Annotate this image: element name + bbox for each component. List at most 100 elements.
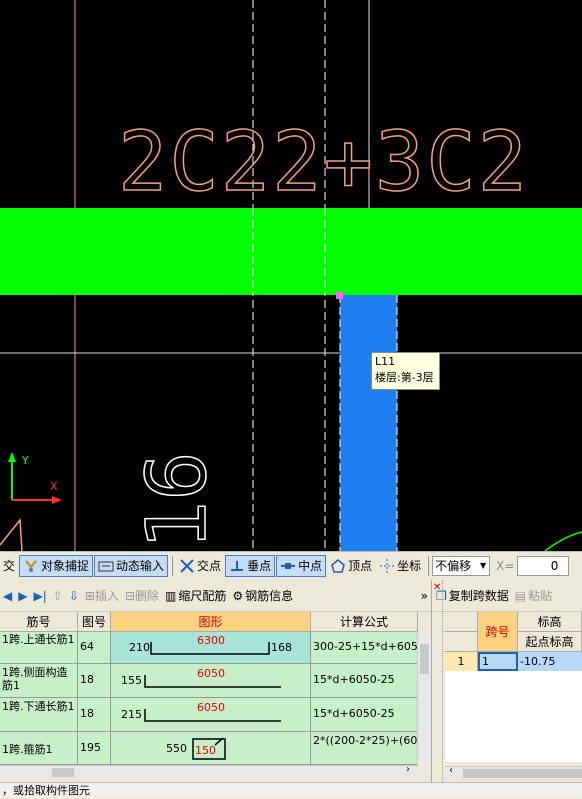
- status-text: ，或拾取构件图元: [2, 784, 90, 797]
- rebar-toolbar: ◀ ▶ ▶| ⇧ ⇩ ⊞ 插入 ⊟ 删除 ▥ 缩尺配筋 ⚙ 钢筋信息 »: [0, 580, 431, 612]
- element-tooltip: L11 楼层:第-3层: [371, 352, 440, 390]
- vertical-annotation: 16: [130, 451, 225, 550]
- separator: [428, 555, 430, 576]
- partial-shape: [0, 518, 23, 551]
- shape-cell[interactable]: 210 6300 168: [111, 632, 311, 664]
- cut-item[interactable]: 交: [0, 555, 18, 577]
- vertex-snap-button[interactable]: 顶点: [327, 555, 375, 577]
- horizontal-scrollbar[interactable]: ‹: [445, 765, 582, 780]
- midpoint-snap-button[interactable]: 中点: [276, 554, 327, 577]
- row-index[interactable]: 1: [445, 652, 478, 671]
- paste-icon: ▤: [514, 588, 527, 603]
- col-span-number[interactable]: 跨号: [478, 612, 518, 652]
- bar-name-cell[interactable]: 1跨.侧面构造筋1: [0, 664, 78, 698]
- table-row[interactable]: 1跨.侧面构造筋1 18 155 6050 15*d+6050-25: [0, 664, 418, 698]
- table-row[interactable]: 1跨.箍筋1 195 550 150 2*((200-2*25)+(60 2*(…: [0, 732, 418, 765]
- x-coordinate-input[interactable]: 0: [517, 555, 570, 576]
- magnet-icon: [23, 558, 39, 574]
- figure-cell[interactable]: 18: [78, 664, 111, 698]
- span-table-panel: ❐ 复制跨数据 ▤ 粘贴 跨号 标高 起点标高 1 1 -10.75 ✕ ‹: [433, 580, 582, 782]
- span-number-cell[interactable]: 1: [478, 652, 518, 671]
- shape-cell[interactable]: 215 6050: [111, 698, 311, 732]
- ruler-icon: ▥: [165, 588, 177, 603]
- col-bar-number[interactable]: 筋号: [0, 612, 78, 632]
- col-shape[interactable]: 图形: [111, 612, 311, 632]
- col-elevation[interactable]: 标高: [518, 612, 582, 632]
- row-header-corner: [445, 612, 478, 632]
- bar-name-cell[interactable]: 1跨.上通长筋1: [0, 632, 78, 664]
- table-row[interactable]: 1跨.上通长筋1 64 210 6300 168 300-25+15*d+605…: [0, 632, 418, 664]
- x-axis-label: X: [50, 480, 58, 493]
- arc-shape: [544, 531, 582, 551]
- shape-mid-value: 150: [195, 744, 216, 757]
- snap-toolbar: 交 对象捕捉 动态输入 交点 垂点 中点 顶点 坐标 不偏移 ▼ X= 0: [0, 551, 582, 579]
- midpoint-icon: [280, 558, 296, 574]
- column-shape[interactable]: [340, 295, 397, 551]
- rebar-shape-drawing: [150, 642, 270, 655]
- shape-cell[interactable]: 550 150: [111, 732, 311, 765]
- delete-button[interactable]: ⊟ 删除: [122, 587, 162, 604]
- panel-splitter[interactable]: ✕: [433, 580, 443, 782]
- perpendicular-snap-button[interactable]: 垂点: [225, 554, 276, 577]
- figure-cell[interactable]: 18: [78, 698, 111, 732]
- formula-cell[interactable]: 15*d+6050-25: [311, 698, 418, 732]
- table-row[interactable]: 1跨.下通长筋1 18 215 6050 15*d+6050-25: [0, 698, 418, 732]
- horizontal-scrollbar[interactable]: ›: [0, 764, 418, 779]
- bar-name-cell[interactable]: 1跨.下通长筋1: [0, 698, 78, 732]
- tooltip-floor: 楼层:第-3层: [375, 371, 434, 384]
- formula-cell[interactable]: 300-25+15*d+6050-: [311, 632, 418, 664]
- offset-select[interactable]: 不偏移 ▼: [432, 555, 491, 576]
- status-bar: ，或拾取构件图元: [0, 782, 582, 798]
- scroll-left-icon[interactable]: ‹: [449, 765, 453, 776]
- vertical-scrollbar[interactable]: [417, 632, 431, 765]
- object-snap-button[interactable]: 对象捕捉: [19, 554, 94, 577]
- last-record-icon[interactable]: ▶|: [30, 589, 49, 603]
- first-record-icon[interactable]: ◀: [0, 589, 15, 603]
- intersection-snap-button[interactable]: 交点: [176, 555, 224, 577]
- y-axis-label: Y: [21, 454, 29, 467]
- move-up-icon[interactable]: ⇧: [50, 589, 66, 603]
- dynamic-input-button[interactable]: 动态输入: [94, 554, 169, 577]
- cad-canvas[interactable]: 2C22+3C2 16 Y X L11 楼层:第-3层: [0, 0, 582, 551]
- copy-span-button[interactable]: ❐ 复制跨数据: [433, 587, 512, 604]
- shape-cell[interactable]: 155 6050: [111, 664, 311, 698]
- next-record-icon[interactable]: ▶: [15, 589, 30, 603]
- coordinate-snap-button[interactable]: 坐标: [376, 555, 424, 577]
- scroll-thumb[interactable]: [420, 644, 429, 674]
- paste-button[interactable]: ▤ 粘贴: [512, 587, 555, 604]
- col-formula[interactable]: 计算公式: [311, 612, 418, 632]
- scroll-thumb[interactable]: [463, 769, 582, 778]
- insert-button[interactable]: ⊞ 插入: [82, 587, 122, 604]
- close-icon[interactable]: ✕: [433, 582, 441, 593]
- scroll-right-icon[interactable]: ›: [406, 764, 410, 775]
- span-grid: 跨号 标高 起点标高 1 1 -10.75: [445, 612, 582, 762]
- keyboard-icon: [98, 558, 114, 574]
- col-figure-number[interactable]: 图号: [78, 612, 111, 632]
- figure-cell[interactable]: 64: [78, 632, 111, 664]
- rebar-table-header: 筋号 图号 图形 计算公式: [0, 612, 418, 632]
- snap-marker: [336, 292, 343, 299]
- formula-cell[interactable]: 2*((200-2*25)+(60 2*(75+1.9*d): [311, 732, 418, 765]
- elevation-cell[interactable]: -10.75: [518, 652, 582, 671]
- scale-rebar-button[interactable]: ▥ 缩尺配筋: [162, 587, 229, 604]
- span-toolbar: ❐ 复制跨数据 ▤ 粘贴: [433, 580, 582, 612]
- drawing-svg: 2C22+3C2 16 Y X: [0, 0, 582, 551]
- row-header-blank: [445, 632, 478, 652]
- bar-name-cell[interactable]: 1跨.箍筋1: [0, 732, 78, 765]
- col-start-elevation[interactable]: 起点标高: [518, 632, 582, 652]
- figure-cell[interactable]: 195: [78, 732, 111, 765]
- rebar-shape-drawing: [144, 675, 281, 688]
- vertex-icon: [330, 558, 346, 574]
- rebar-info-button[interactable]: ⚙ 钢筋信息: [229, 587, 296, 604]
- separator: [172, 555, 174, 576]
- dropdown-arrow-icon: ▼: [479, 561, 487, 570]
- intersection-icon: [179, 558, 195, 574]
- info-icon: ⚙: [232, 588, 244, 603]
- move-down-icon[interactable]: ⇩: [66, 589, 82, 603]
- more-icon[interactable]: »: [418, 589, 431, 603]
- scroll-thumb[interactable]: [52, 768, 74, 777]
- formula-cell[interactable]: 15*d+6050-25: [311, 664, 418, 698]
- x-coordinate-label: X=: [496, 558, 515, 573]
- perpendicular-icon: [229, 558, 245, 574]
- beam-shape[interactable]: [0, 208, 582, 295]
